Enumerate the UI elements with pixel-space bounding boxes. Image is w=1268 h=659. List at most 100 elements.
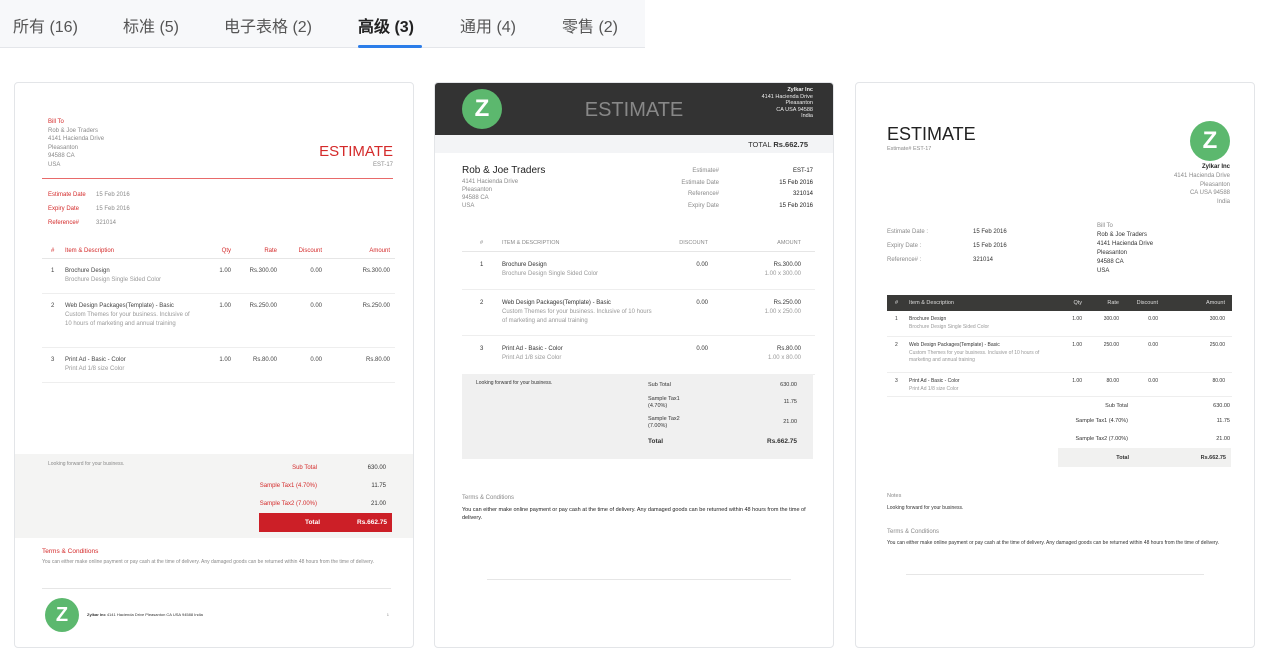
subtotal-label: Sub Total [1105,403,1128,410]
amount-cell: Rs.80.001.00 x 80.00 [708,345,801,363]
item-qty: 1.00 [205,356,231,365]
item-amount: 300.00 [1158,316,1225,324]
item-qty: 1.00 [1059,316,1082,324]
tax2-label: Sample Tax2 (7.00%) [1076,436,1128,443]
item-qty: 1.00 [205,302,231,311]
col-discount: DISCOUNT [662,239,708,248]
subtotal-label: Sub Total [648,382,671,389]
company-city: Pleasanton [1174,181,1230,190]
company-country: India [1174,198,1230,207]
company-region: CA USA 94588 [762,107,813,114]
notes-text: Looking forward for your business. [48,461,124,467]
col-qty: Qty [205,247,231,256]
expiry-date-label: Expiry Date [681,201,719,213]
item-desc: Custom Themes for your business. Inclusi… [909,350,1059,365]
subtotal-value: 630.00 [1213,403,1230,410]
company-address: Zylkar Inc 4141 Hacienda Drive Pleasanto… [762,87,813,120]
terms-label: Terms & Conditions [42,548,98,555]
customer-country: USA [462,202,518,210]
col-num: # [42,247,65,256]
item-num: 1 [462,261,502,270]
customer-street: 4141 Hacienda Drive [462,178,518,186]
notes-label: Notes [887,493,901,499]
col-amount: Amount [322,247,390,256]
bill-to-block: Bill To Rob & Joe Traders 4141 Hacienda … [48,118,104,169]
item-name: Print Ad - Basic - Color [909,378,1059,386]
item-qty: 1.00 [1059,342,1082,350]
item-desc: Brochure Design Single Sided Color [909,324,1059,332]
item-num: 3 [887,378,909,386]
company-country: India [762,113,813,120]
item-amount: Rs.250.00 [708,299,801,308]
total-value: Rs.662.75 [1201,455,1226,461]
expiry-date: 15 Feb 2016 [973,243,1007,249]
item-discount: 0.00 [662,261,708,270]
expiry-date: 15 Feb 2016 [779,201,813,213]
tax2-value: 21.00 [1216,436,1230,443]
reference-label: Reference# [48,216,96,230]
item-cell: Web Design Packages(Template) - BasicCus… [909,342,1059,365]
page-number: 1 [387,612,389,617]
footer-divider [906,574,1204,575]
estimate-date-label: Estimate Date [48,188,96,202]
tax2-value: 21.00 [783,419,797,426]
tab-spreadsheet[interactable]: 电子表格 (2) [224,13,312,37]
tab-general[interactable]: 通用 (4) [460,13,516,37]
tab-premium[interactable]: 高级 (3) [358,13,414,37]
terms-label: Terms & Conditions [887,529,939,535]
estimate-number: Estimate# EST-17 [887,146,931,152]
template-card-dark[interactable]: Z ESTIMATE Zylkar Inc 4141 Hacienda Driv… [434,82,834,648]
customer-city: Pleasanton [1097,249,1153,258]
items-table: #Item & DescriptionQtyRateDiscountAmount… [887,295,1232,397]
dark-header: Z ESTIMATE Zylkar Inc 4141 Hacienda Driv… [435,83,833,135]
item-discount: 0.00 [662,345,708,354]
table-row: 3Print Ad - Basic - ColorPrint Ad 1/8 si… [462,336,815,375]
bill-to-block: Bill To Rob & Joe Traders 4141 Hacienda … [1097,222,1153,276]
item-desc: Brochure Design Single Sided Color [65,276,205,285]
reference: 321014 [973,257,993,263]
item-cell: Print Ad - Basic - ColorPrint Ad 1/8 siz… [909,378,1059,393]
company-address: Zylkar Inc 4141 Hacienda Drive Pleasanto… [1174,163,1230,207]
item-desc: Custom Themes for your business. Inclusi… [502,308,662,326]
item-desc: Print Ad 1/8 size Color [909,386,1059,394]
estimate-number: EST-17 [373,161,393,170]
template-card-red[interactable]: Bill To Rob & Joe Traders 4141 Hacienda … [14,82,414,648]
item-num: 3 [462,345,502,354]
footer-divider [487,579,791,580]
tax1-label: Sample Tax1 (4.70%) [648,396,688,409]
estimate-title: ESTIMATE [319,143,393,160]
expiry-date-label: Expiry Date : [887,239,973,253]
tab-standard[interactable]: 标准 (5) [123,13,179,37]
amount-cell: Rs.250.001.00 x 250.00 [708,299,801,317]
table-header: #Item & DescriptionQtyRateDiscountAmount [42,245,395,259]
total-value: Rs.662.75 [357,519,387,526]
tab-retail[interactable]: 零售 (2) [562,13,618,37]
item-name: Web Design Packages(Template) - Basic [502,299,662,308]
item-amount: Rs.80.00 [322,356,390,365]
item-desc: Print Ad 1/8 size Color [65,365,205,374]
footer-divider [42,588,391,589]
expiry-date-label: Expiry Date [48,202,96,216]
customer-city: Pleasanton [462,186,518,194]
tab-all[interactable]: 所有 (16) [13,13,78,37]
total-caption: TOTAL [748,140,771,149]
col-rate: Rate [231,247,277,256]
item-discount: 0.00 [277,267,322,276]
item-discount: 0.00 [662,299,708,308]
footer-address: 4141 Hacienda Drive Pleasanton CA USA 94… [107,612,203,617]
item-num: 2 [42,302,65,311]
table-row: 2Web Design Packages(Template) - BasicCu… [887,337,1232,373]
item-amount: 80.00 [1158,378,1225,386]
customer-zip: 94588 CA [1097,258,1153,267]
item-qty-x-rate: 1.00 x 250.00 [708,308,801,317]
template-card-classic[interactable]: ESTIMATE Estimate# EST-17 Z Zylkar Inc 4… [855,82,1255,648]
estimate-date: 15 Feb 2016 [96,192,130,198]
item-desc: Print Ad 1/8 size Color [502,354,662,363]
total-label: Total [1116,455,1129,461]
item-qty-x-rate: 1.00 x 80.00 [708,354,801,363]
customer-country: USA [48,161,104,170]
item-name: Brochure Design [65,267,205,276]
item-amount: Rs.300.00 [322,267,390,276]
customer-street: 4141 Hacienda Drive [1097,240,1153,249]
item-discount: 0.00 [1119,316,1158,324]
